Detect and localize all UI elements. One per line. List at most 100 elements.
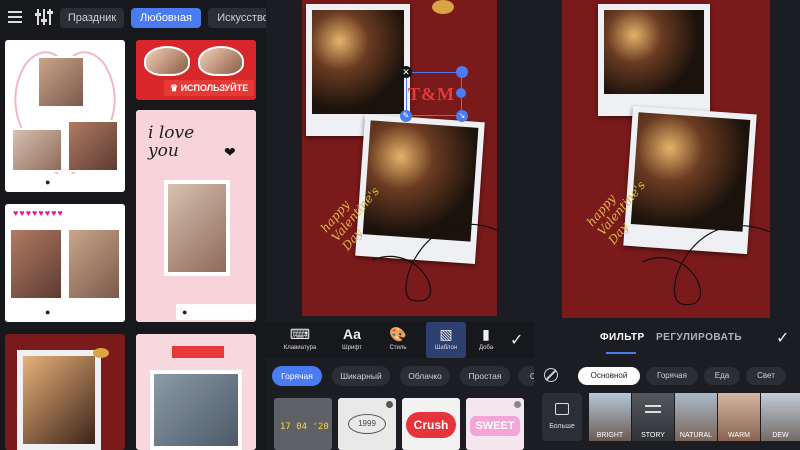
resize-handle-icon[interactable] (456, 66, 468, 78)
filter-label: NATURAL (679, 432, 713, 439)
string-line-decoration (641, 225, 770, 306)
more-filters-button[interactable]: Больше (542, 393, 582, 441)
use-template-button[interactable]: ♛ ИСПОЛЬЗУЙТЕ (164, 80, 255, 96)
filter-category-hot[interactable]: Горячая (646, 367, 698, 385)
tab-art[interactable]: Искусство (208, 8, 266, 28)
ribbon-decoration (172, 346, 224, 358)
heart-photo (198, 46, 244, 76)
tab-underline (606, 352, 636, 354)
tool-style[interactable]: 🎨 Стиль (378, 322, 418, 358)
preview-canvas: happy Valentine's Day (562, 0, 770, 318)
filter-thumbnail[interactable]: BRIGHT (589, 393, 631, 441)
template-card[interactable]: ● ИСПОЛЬЗУЙТЕ (5, 40, 125, 192)
filter-label: BRIGHT (596, 432, 624, 439)
collage-photo (164, 180, 230, 276)
delete-sticker-icon[interactable]: ✕ (400, 66, 412, 78)
tool-label: Стиль (389, 345, 407, 351)
adjust-intensity-icon (645, 405, 661, 413)
menu-icon[interactable] (8, 11, 22, 23)
collage-photo (37, 56, 85, 108)
template-gallery-screen: Праздник Любовная Искусство ● ИСПОЛЬЗУЙТ… (0, 0, 266, 450)
filter-tabs: ФИЛЬТР РЕГУЛИРОВАТЬ ✓ (534, 330, 800, 354)
download-icon (386, 401, 393, 408)
tool-add[interactable]: ▮ Доба (474, 322, 498, 358)
category-more[interactable]: С (518, 366, 534, 386)
more-label: Больше (549, 423, 575, 430)
store-icon (555, 403, 569, 415)
collage-photo (9, 228, 63, 300)
text-template-tile[interactable]: Crush (402, 398, 460, 450)
sticker-text[interactable]: T&M (408, 84, 455, 105)
scale-handle-icon[interactable]: ↘ (456, 110, 468, 122)
string-line-decoration (371, 223, 497, 302)
text-template-tile[interactable]: 1999 (338, 398, 396, 450)
category-chic[interactable]: Шикарный (332, 366, 390, 386)
filter-category-light[interactable]: Свет (746, 367, 786, 385)
tab-holiday[interactable]: Праздник (60, 8, 124, 28)
template-card[interactable]: ♛ ИСПОЛЬЗУЙТЕ (136, 40, 256, 100)
text-toolbar: ⌨ Клавиатура Aa Шрифт 🎨 Стиль ▧ Шаблон ▮… (266, 322, 534, 358)
collage-photo (67, 120, 119, 172)
use-template-button[interactable]: ● ИСПОЛЬЗУЙТЕ (39, 304, 125, 320)
editor-canvas[interactable]: happy Valentine's Day T&M ✕ ✎ ↘ (302, 0, 497, 316)
filter-category-food[interactable]: Еда (704, 367, 740, 385)
tool-label: Клавиатура (283, 345, 317, 351)
template-card[interactable] (5, 334, 125, 450)
use-label: ИСПОЛЬЗУЙТЕ (180, 83, 249, 93)
tool-label: Шаблон (434, 345, 458, 351)
heart-photo (144, 46, 190, 76)
filter-thumbnail-selected[interactable]: STORY (632, 393, 674, 441)
tool-label: Шрифт (342, 345, 362, 351)
tool-template[interactable]: ▧ Шаблон (426, 322, 466, 358)
collage-photo (11, 128, 63, 172)
hearts-decoration: ♥♥♥♥♥♥♥♥ (13, 208, 64, 218)
filter-label: WARM (728, 432, 750, 439)
tab-filter[interactable]: ФИЛЬТР (600, 332, 645, 343)
template-preview-text: Crush (406, 412, 456, 438)
collage-photo (150, 370, 242, 450)
tool-font[interactable]: Aa Шрифт (332, 322, 372, 358)
gallery-top-bar: Праздник Любовная Искусство (0, 0, 266, 36)
edit-sticker-icon[interactable]: ✎ (400, 110, 412, 122)
category-hot[interactable]: Горячая (272, 366, 322, 386)
confirm-check-icon[interactable]: ✓ (776, 328, 789, 348)
filter-thumbnail[interactable]: DEW (761, 393, 800, 441)
heart-icon: ❤ (224, 144, 236, 160)
tab-adjust[interactable]: РЕГУЛИРОВАТЬ (656, 332, 742, 343)
filter-screen: happy Valentine's Day ФИЛЬТР РЕГУЛИРОВАТ… (534, 0, 800, 450)
collage-photo (67, 228, 121, 300)
category-cloud[interactable]: Облачко (400, 366, 450, 386)
tab-love[interactable]: Любовная (131, 8, 201, 28)
download-icon (514, 401, 521, 408)
use-template-button[interactable]: ● ИСПОЛЬЗУЙТЕ (176, 304, 256, 320)
use-template-button[interactable]: ● ИСПОЛЬЗУЙТЕ (39, 174, 125, 190)
category-simple[interactable]: Простая (460, 366, 510, 386)
filter-settings-icon[interactable] (35, 9, 53, 25)
confirm-check-icon[interactable]: ✓ (510, 330, 523, 350)
tool-keyboard[interactable]: ⌨ Клавиатура (280, 322, 320, 358)
gold-lips-sticker (93, 348, 109, 358)
template-icon: ▧ (439, 326, 453, 342)
template-card[interactable]: i love you ❤ ● ИСПОЛЬЗУЙТЕ (136, 110, 256, 322)
template-preview-text: 1999 (348, 414, 386, 434)
tool-label: Доба (478, 345, 494, 351)
palette-icon: 🎨 (389, 326, 407, 342)
add-icon: ▮ (482, 326, 490, 342)
rotate-handle-icon[interactable] (456, 88, 466, 98)
filter-label: DEW (772, 432, 789, 439)
filter-thumbnail[interactable]: WARM (718, 393, 760, 441)
template-card[interactable]: ♥♥♥♥♥♥♥♥ ● ИСПОЛЬЗУЙТЕ (5, 204, 125, 322)
love-script-text: i love you (148, 123, 195, 161)
template-preview-text: SWEET (470, 416, 520, 436)
filter-thumbnail[interactable]: NATURAL (675, 393, 717, 441)
text-template-tile[interactable]: SWEET (466, 398, 524, 450)
no-filter-icon[interactable] (544, 368, 558, 382)
keyboard-icon: ⌨ (289, 326, 311, 342)
filter-label: STORY (641, 432, 665, 439)
template-preview-text: 17 04 '20 (280, 422, 329, 432)
filter-category-basic[interactable]: Основной (578, 367, 640, 385)
text-template-tile[interactable]: 17 04 '20 (274, 398, 332, 450)
polaroid-frame (17, 350, 101, 450)
text-editor-screen: happy Valentine's Day T&M ✕ ✎ ↘ ⌨ Клавиа… (266, 0, 534, 450)
template-card[interactable] (136, 334, 256, 450)
